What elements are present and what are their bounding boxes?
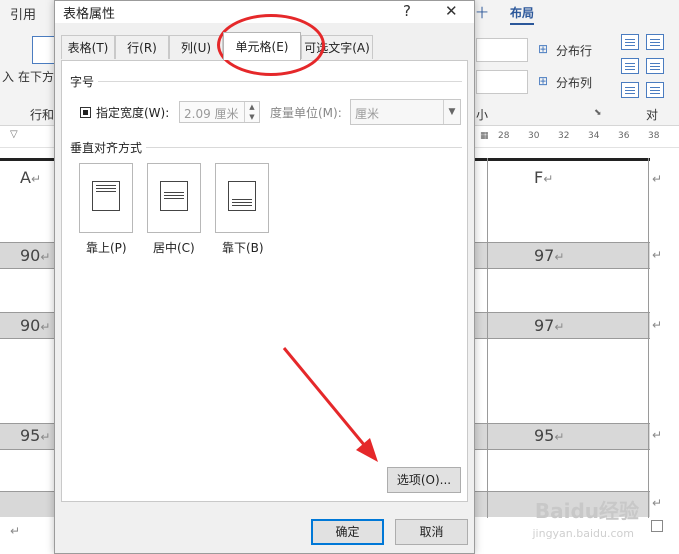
tab-references[interactable]: 引用 [10,4,36,23]
ruler-mark: 34 [588,131,600,141]
row-end-mark: ↵ [652,496,663,510]
ruler-mark: 32 [558,131,570,141]
row-end-mark: ↵ [652,428,663,442]
align-bottom-option[interactable] [215,163,269,233]
spin-down-icon[interactable]: ▼ [245,112,259,122]
spin-up-icon[interactable]: ▲ [245,102,259,112]
unit-label: 度量单位(M): [270,106,342,120]
align-bottom-icon [228,181,256,211]
right-ribbon: 十 布局 ⊞ 分布行 ⊞ 分布列 小 ⬊ 对 [476,0,679,125]
width-spinner[interactable]: 2.09 厘米 ▲ ▼ [179,101,260,123]
tab-fragment[interactable]: 十 [476,4,488,21]
align-middle-center-icon[interactable] [646,58,664,74]
specify-width-label: 指定宽度(W): [96,106,170,120]
table-cell: 90↵ [20,246,51,265]
row-end-mark: ↵ [652,172,663,186]
section-divider [98,81,462,82]
distribute-rows-button[interactable]: 分布行 [556,42,592,59]
insert-left-label[interactable]: 入 [2,68,14,85]
align-bottom-left-icon[interactable] [621,82,639,98]
table-header-cell: F↵ [534,168,554,187]
unit-select[interactable]: 厘米 ▼ [350,99,461,125]
watermark-site: jingyan.baidu.com [532,527,634,540]
align-top-label[interactable]: 靠上(P) [86,239,127,256]
insert-below-label[interactable]: 在下方 [18,68,54,85]
align-top-option[interactable] [79,163,133,233]
table-cell: 97↵ [534,316,565,335]
tab-row[interactable]: 行(R) [115,35,169,59]
specify-width-checkbox[interactable] [80,107,91,118]
dialog-title: 表格属性 [63,7,116,22]
align-center-label[interactable]: 居中(C) [153,239,195,256]
unit-value: 厘米 [355,107,380,121]
align-top-center-icon[interactable] [646,34,664,50]
watermark-logo: Baidu经验 [534,499,639,523]
tab-cell[interactable]: 单元格(E) [223,32,301,60]
options-button[interactable]: 选项(O)... [387,467,461,493]
ok-button[interactable]: 确定 [311,519,384,545]
align-top-icon [92,181,120,211]
tab-table[interactable]: 表格(T) [61,35,115,59]
group-fragment-right: 对 [646,108,659,122]
row-end-mark: ↵ [652,318,663,332]
distribute-rows-icon: ⊞ [538,42,549,56]
align-center-option[interactable] [147,163,201,233]
indent-marker-icon[interactable]: ▽ [10,129,18,140]
paragraph-mark: ↵ [10,524,21,538]
width-input[interactable] [476,70,528,94]
row-end-mark: ↵ [652,248,663,262]
table-properties-dialog: 表格属性 ? ✕ 表格(T) 行(R) 列(U) 单元格(E) 可选文字(A) … [54,0,475,554]
ruler-mark: 36 [618,131,630,141]
distribute-cols-icon: ⊞ [538,74,549,88]
align-top-left-icon[interactable] [621,34,639,50]
distribute-cols-button[interactable]: 分布列 [556,74,592,91]
align-bottom-center-icon[interactable] [646,82,664,98]
section-divider [146,147,462,148]
table-resize-handle[interactable] [651,520,663,532]
ruler-table-marker-icon: ▦ [480,131,489,141]
ruler-mark: 30 [528,131,540,141]
table-cell: 90↵ [20,316,51,335]
align-middle-left-icon[interactable] [621,58,639,74]
annotation-arrow [282,347,378,462]
insert-below-icon [32,36,56,64]
table-header-cell: A↵ [20,168,42,187]
align-bottom-label[interactable]: 靠下(B) [222,239,264,256]
size-section-label: 字号 [70,75,95,89]
vertical-align-section-label: 垂直对齐方式 [70,141,143,155]
width-value: 2.09 厘米 [184,107,239,121]
table-cell: 97↵ [534,246,565,265]
group-launcher-icon[interactable]: ⬊ [594,108,602,118]
tab-layout[interactable]: 布局 [510,4,535,25]
height-input[interactable] [476,38,528,62]
cancel-button[interactable]: 取消 [395,519,468,545]
ruler-mark: 28 [498,131,510,141]
chevron-down-icon: ▼ [443,100,460,124]
group-fragment: 小 [476,108,489,122]
tab-column[interactable]: 列(U) [169,35,223,59]
group-rows-cols-label: 行和 [30,108,55,122]
table-cell: 95↵ [20,426,51,445]
table-cell: 95↵ [534,426,565,445]
help-button[interactable]: ? [403,2,411,20]
close-icon[interactable]: ✕ [445,2,458,20]
cell-tab-panel: 字号 指定宽度(W): 2.09 厘米 ▲ ▼ 度量单位(M): 厘米 ▼ 垂直… [61,60,468,502]
align-center-icon [160,181,188,211]
ruler-mark: 38 [648,131,660,141]
